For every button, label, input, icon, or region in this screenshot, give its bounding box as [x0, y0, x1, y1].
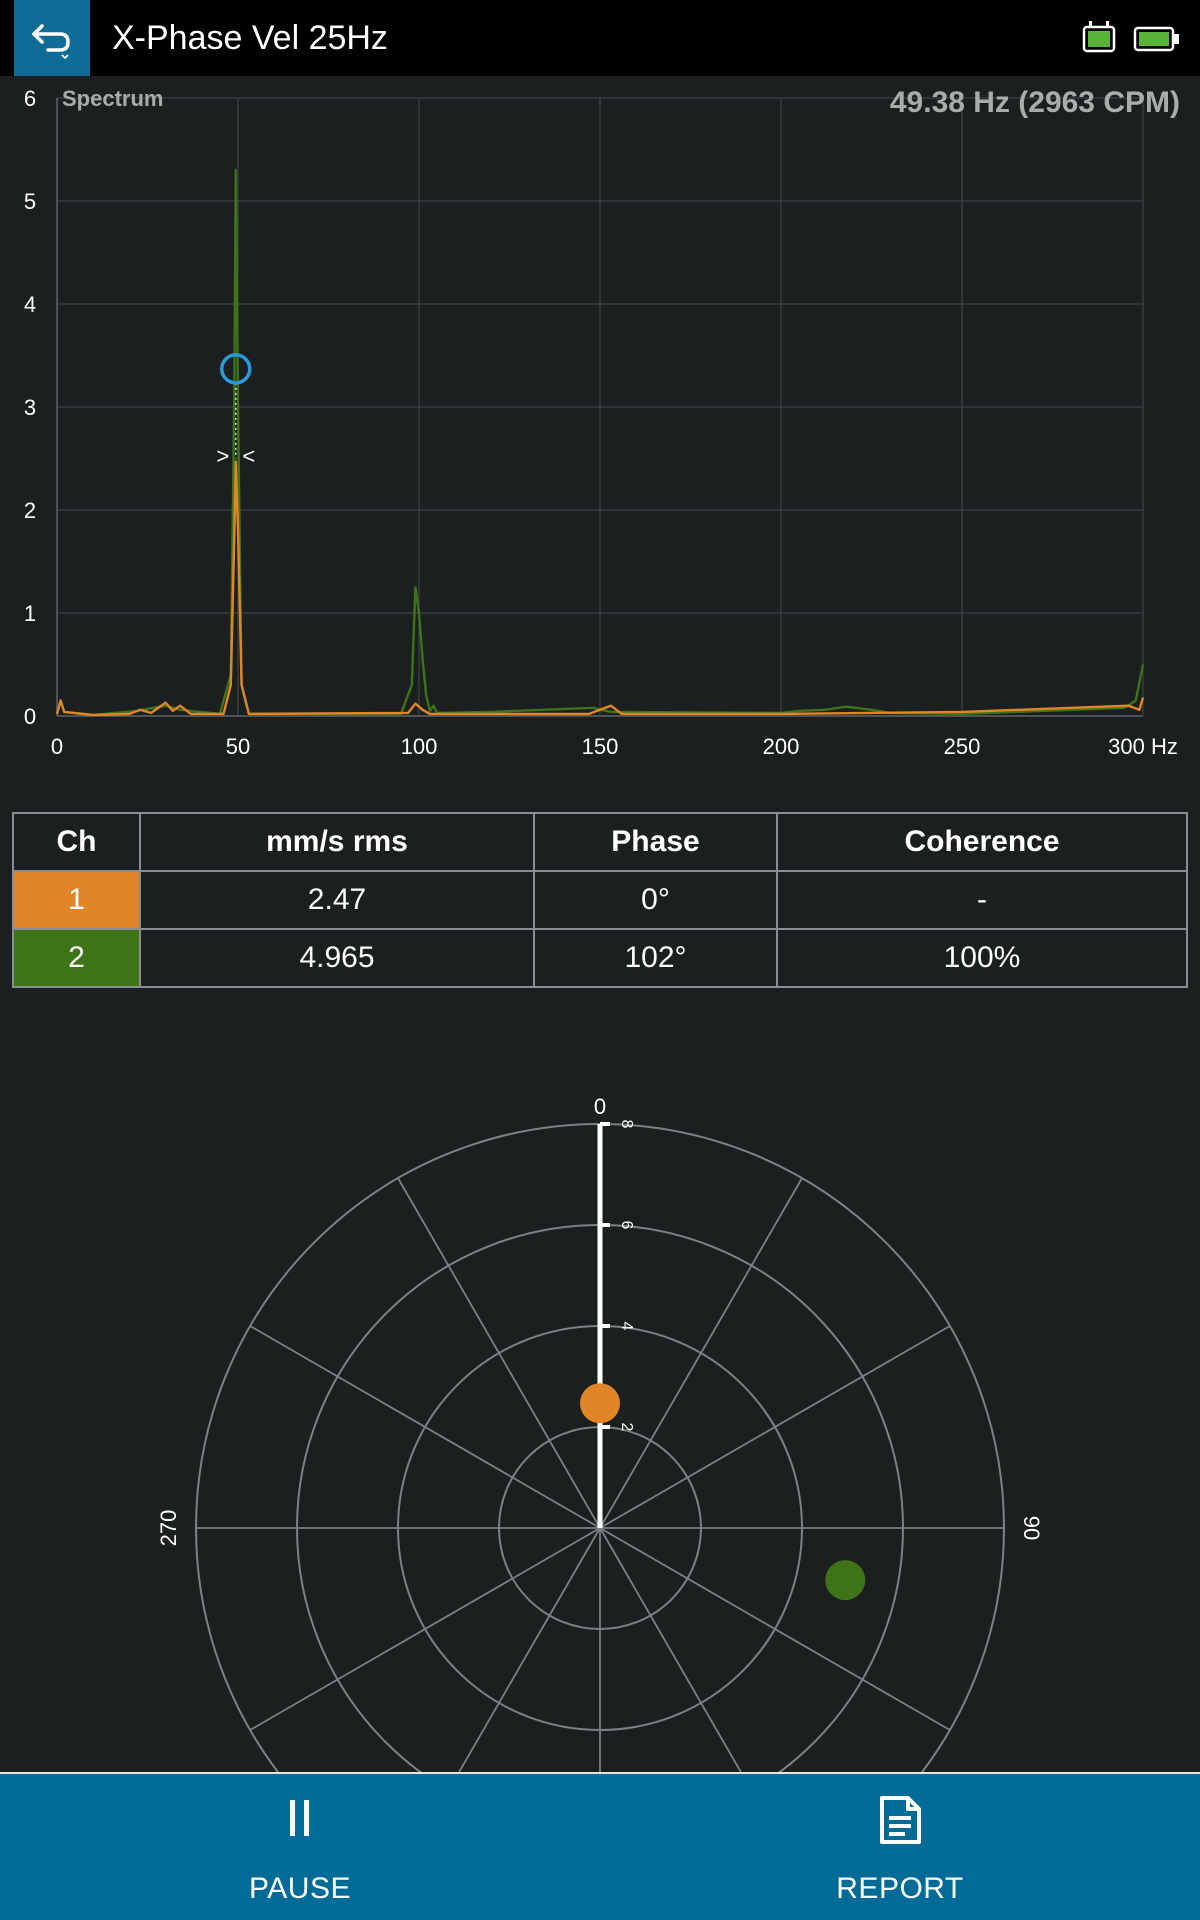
polar-spoke	[249, 1325, 601, 1529]
channel-swatch-2[interactable]: 2	[12, 928, 141, 988]
channel-value: 4.965	[139, 928, 535, 988]
polar-point-ch2	[825, 1560, 866, 1601]
header-coherence: Coherence	[776, 812, 1188, 872]
table-row[interactable]: 2 4.965 102° 100%	[12, 928, 1188, 988]
channel-phase: 0°	[533, 870, 778, 930]
channel-phase: 102°	[533, 928, 778, 988]
polar-spoke	[249, 1527, 601, 1731]
polar-spoke	[599, 1527, 742, 1772]
polar-point-ch1	[580, 1383, 620, 1424]
header-ch: Ch	[12, 812, 141, 872]
polar-plot[interactable]: 2 4 6 8 0 90 270	[0, 1060, 1200, 1772]
app-screen: X-Phase Vel 25Hz 0 50 100 150 200 250 300 Hz 0 1…	[0, 0, 1200, 1920]
pause-icon	[290, 1800, 309, 1836]
y-tick-label: 1	[24, 601, 36, 626]
channel-table: Ch mm/s rms Phase Coherence 1 2.47 0° - …	[12, 812, 1188, 988]
report-label: REPORT	[836, 1872, 964, 1905]
pause-button[interactable]: PAUSE	[150, 1774, 450, 1920]
radial-tick-label: 2	[618, 1423, 635, 1432]
channel-coherence: 100%	[776, 928, 1188, 988]
polar-spoke	[599, 1527, 951, 1731]
angle-label-0: 0	[594, 1094, 606, 1119]
cursor-handle-left: >	[216, 444, 229, 469]
x-tick-label: 150	[582, 734, 619, 759]
spectrum-chart[interactable]: 0 50 100 150 200 250 300 Hz 0 1 2 3 4 5 6 > <	[0, 76, 1200, 776]
table-row[interactable]: 1 2.47 0° -	[12, 870, 1188, 930]
y-tick-label: 0	[24, 704, 36, 729]
back-arrow-icon	[32, 24, 70, 60]
x-tick-label: 250	[944, 734, 981, 759]
x-tick-label: 100	[401, 734, 438, 759]
sim-card-icon	[1082, 21, 1116, 53]
header-value: mm/s rms	[139, 812, 535, 872]
spectrum-title: Spectrum	[62, 86, 164, 111]
channel-coherence: -	[776, 870, 1188, 930]
y-tick-label: 5	[24, 189, 36, 214]
angle-label-90: 90	[1019, 1516, 1044, 1540]
y-tick-label: 2	[24, 498, 36, 523]
pause-label: PAUSE	[249, 1872, 351, 1905]
angle-label-270: 270	[156, 1510, 181, 1547]
bottom-bar: PAUSE REPORT	[0, 1772, 1200, 1920]
top-bar: X-Phase Vel 25Hz	[0, 0, 1200, 76]
y-tick-label: 6	[24, 86, 36, 111]
back-button[interactable]	[14, 0, 90, 76]
x-tick-label: 300 Hz	[1108, 734, 1178, 759]
channel-value: 2.47	[139, 870, 535, 930]
channel-swatch-1[interactable]: 1	[12, 870, 141, 930]
polar-spoke	[458, 1527, 601, 1772]
radial-tick-label: 8	[618, 1120, 635, 1129]
y-tick-label: 3	[24, 395, 36, 420]
header-phase: Phase	[533, 812, 778, 872]
x-tick-label: 200	[763, 734, 800, 759]
radial-tick-label: 4	[618, 1322, 635, 1331]
cursor-readout: 49.38 Hz (2963 CPM)	[889, 86, 1180, 119]
x-tick-label: 50	[226, 734, 250, 759]
page-title: X-Phase Vel 25Hz	[112, 19, 388, 57]
battery-icon	[1133, 26, 1179, 52]
x-tick-label: 0	[51, 734, 63, 759]
y-tick-label: 4	[24, 292, 36, 317]
polar-spoke	[599, 1177, 803, 1529]
report-button[interactable]: REPORT	[750, 1774, 1050, 1920]
spectrum-panel[interactable]: 0 50 100 150 200 250 300 Hz 0 1 2 3 4 5 6 > < Spectrum …	[0, 76, 1200, 776]
document-icon	[880, 1796, 921, 1844]
table-header-row: Ch mm/s rms Phase Coherence	[12, 812, 1188, 872]
polar-spoke	[599, 1325, 951, 1529]
polar-spoke	[397, 1177, 601, 1529]
cursor-handle-right: <	[242, 444, 255, 469]
radial-tick-label: 6	[618, 1221, 635, 1230]
